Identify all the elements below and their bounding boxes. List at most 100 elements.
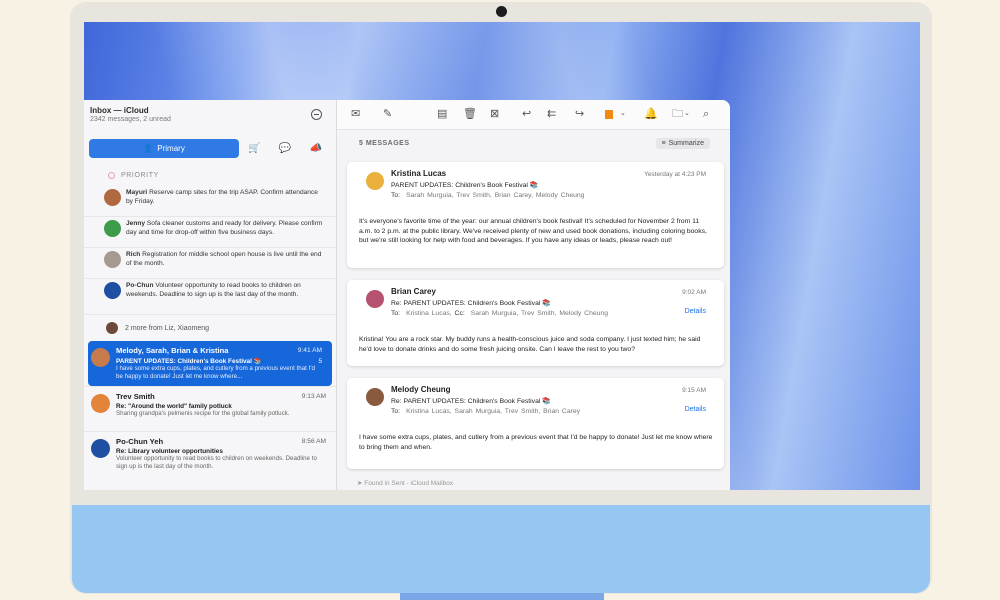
chevron-down-icon[interactable]: ⌄: [684, 108, 690, 120]
avatar: [91, 439, 110, 458]
priority-label: PRIORITY: [121, 171, 159, 179]
priority-sender: Po-Chun: [126, 282, 154, 289]
message-row[interactable]: Trev Smith 9:13 AM Re: "Around the world…: [84, 386, 336, 431]
bell-icon[interactable]: 🔔: [644, 108, 658, 120]
email-card[interactable]: Melody Cheung 9:15 AM Re: PARENT UPDATES…: [347, 378, 724, 469]
avatar: [104, 220, 121, 237]
flag-icon[interactable]: [605, 110, 613, 119]
message-preview: I have some extra cups, plates, and cutl…: [116, 365, 315, 381]
email-recipients: To: Kristina Lucas, Cc: Sarah Murguia, Tre…: [391, 310, 714, 317]
to-label: To:: [391, 408, 401, 415]
avatar: [91, 394, 110, 413]
to-list: Kristina Lucas, Sarah Murguia, Trev Smit…: [406, 408, 581, 415]
reply-icon[interactable]: ↩: [522, 108, 531, 120]
search-icon[interactable]: ⌕: [703, 108, 709, 120]
trash-icon[interactable]: 🗑: [463, 108, 477, 120]
email-body: I have some extra cups, plates, and cutl…: [359, 434, 713, 451]
folder-icon[interactable]: 🗀: [672, 108, 683, 120]
camera: [496, 6, 507, 17]
found-in-mailbox: ➤ Found in Sent - iCloud Mailbox: [357, 479, 453, 487]
message-time: 9:13 AM: [301, 393, 326, 400]
mailbox-title: Inbox — iCloud: [90, 106, 149, 115]
compose-icon[interactable]: ✎: [383, 108, 392, 120]
tab-primary[interactable]: 👤 Primary: [89, 138, 240, 158]
mailbox-header: Inbox — iCloud 2342 messages, 2 unread: [84, 100, 336, 130]
more-priority[interactable]: 2 more from Liz, Xiaomeng: [84, 315, 336, 341]
megaphone-icon[interactable]: 📣: [300, 143, 331, 154]
reading-pane: ✉ ✎ ▤ 🗑 ⊠ ↩ ⇇ ↪ ⌄ 🔔 🗀 ⌄ ⌕ 5 MESSAGES ≡ S…: [337, 100, 730, 490]
message-sender: Po-Chun Yeh: [116, 437, 164, 446]
email-recipients: To: Kristina Lucas, Sarah Murguia, Trev S…: [391, 408, 714, 415]
email-subject: Re: PARENT UPDATES: Children's Book Fest…: [391, 398, 551, 405]
message-count: 5 MESSAGES: [359, 139, 410, 147]
details-link[interactable]: Details: [685, 406, 706, 413]
message-time: 9:41 AM: [297, 347, 322, 354]
summarize-button[interactable]: ≡ Summarize: [655, 137, 710, 149]
email-time: 9:02 AM: [682, 289, 706, 296]
email-time: 9:15 AM: [682, 387, 706, 394]
chat-bubble-icon[interactable]: 💬: [270, 143, 301, 154]
email-sender: Melody Cheung: [391, 385, 451, 394]
avatar: [106, 322, 118, 334]
chevron-down-icon[interactable]: ⌄: [620, 108, 626, 120]
mail-window: Inbox — iCloud 2342 messages, 2 unread 👤…: [84, 100, 730, 490]
email-sender: Brian Carey: [391, 287, 436, 296]
toolbar: ✉ ✎ ▤ 🗑 ⊠ ↩ ⇇ ↪ ⌄ 🔔 🗀 ⌄ ⌕: [337, 100, 730, 130]
avatar: [366, 172, 384, 190]
priority-header: PRIORITY: [84, 164, 336, 186]
message-subject: PARENT UPDATES: Children's Book Festival…: [116, 358, 262, 365]
archive-icon[interactable]: ▤: [437, 108, 447, 120]
envelope-icon[interactable]: ✉: [351, 108, 360, 120]
email-card[interactable]: Brian Carey 9:02 AM Re: PARENT UPDATES: …: [347, 280, 724, 366]
summarize-icon: ≡: [661, 139, 666, 147]
location-arrow-icon: ➤: [357, 480, 363, 487]
priority-summary: Volunteer opportunity to read books to c…: [126, 282, 301, 298]
priority-sender: Jenny: [126, 220, 146, 227]
thread-header: 5 MESSAGES ≡ Summarize: [337, 130, 730, 156]
message-subject: Re: Library volunteer opportunities: [116, 448, 223, 455]
summarize-label: Summarize: [668, 139, 704, 147]
priority-item[interactable]: Rich Registration for middle school open…: [84, 248, 336, 279]
message-sender: Trev Smith: [116, 392, 155, 401]
priority-summary: Reserve camp sites for the trip ASAP. Co…: [126, 189, 318, 205]
tab-primary-label: Primary: [157, 143, 185, 153]
email-recipients: To: Sarah Murguia, Trev Smith, Brian Care…: [391, 192, 714, 199]
category-tabs: 👤 Primary 🛒 💬 📣: [84, 130, 336, 160]
message-row-selected[interactable]: Melody, Sarah, Brian & Kristina 9:41 AM …: [88, 341, 332, 386]
forward-icon[interactable]: ↪: [575, 108, 584, 120]
to-label: To:: [391, 192, 401, 199]
priority-summary: Sofa cleaner customs and ready for deliv…: [126, 220, 323, 236]
shopping-cart-icon[interactable]: 🛒: [239, 143, 270, 154]
mailbox-subtitle: 2342 messages, 2 unread: [90, 116, 171, 123]
message-sender: Melody, Sarah, Brian & Kristina: [116, 346, 229, 355]
message-subject: Re: "Around the world" family potluck: [116, 403, 232, 410]
more-text: 2 more from Liz, Xiaomeng: [125, 324, 210, 332]
reply-all-icon[interactable]: ⇇: [547, 108, 556, 120]
priority-sender: Rich: [126, 251, 141, 258]
priority-item[interactable]: Mayuri Reserve camp sites for the trip A…: [84, 186, 336, 217]
avatar: [366, 290, 384, 308]
avatar: [104, 251, 121, 268]
avatar: [104, 189, 121, 206]
details-link[interactable]: Details: [685, 308, 706, 315]
avatar: [104, 282, 121, 299]
message-row[interactable]: Po-Chun Yeh 8:56 AM Re: Library voluntee…: [84, 431, 336, 476]
message-preview: Volunteer opportunity to read books to c…: [116, 455, 317, 471]
priority-item[interactable]: Jenny Sofa cleaner customs and ready for…: [84, 217, 336, 248]
thread-count-badge: 5: [318, 358, 322, 365]
priority-item[interactable]: Po-Chun Volunteer opportunity to read bo…: [84, 279, 336, 315]
avatar: [366, 388, 384, 406]
to-list: Sarah Murguia, Trev Smith, Brian Carey, …: [406, 192, 585, 199]
message-time: 8:56 AM: [301, 438, 326, 445]
cc-list: Sarah Murguia, Trev Smith, Melody Cheung: [470, 310, 608, 317]
imac-stand: [400, 593, 604, 600]
email-time: Yesterday at 4:23 PM: [644, 171, 706, 178]
email-subject: Re: PARENT UPDATES: Children's Book Fest…: [391, 300, 551, 307]
junk-icon[interactable]: ⊠: [490, 108, 499, 120]
cc-label: Cc:: [454, 310, 465, 317]
filter-icon[interactable]: [311, 109, 322, 120]
found-text: Found in Sent - iCloud Mailbox: [364, 480, 454, 487]
email-card[interactable]: Kristina Lucas Yesterday at 4:23 PM PARE…: [347, 162, 724, 268]
message-preview: Sharing grandpa's pelmenis recipe for th…: [116, 410, 290, 417]
avatar: [91, 348, 110, 367]
